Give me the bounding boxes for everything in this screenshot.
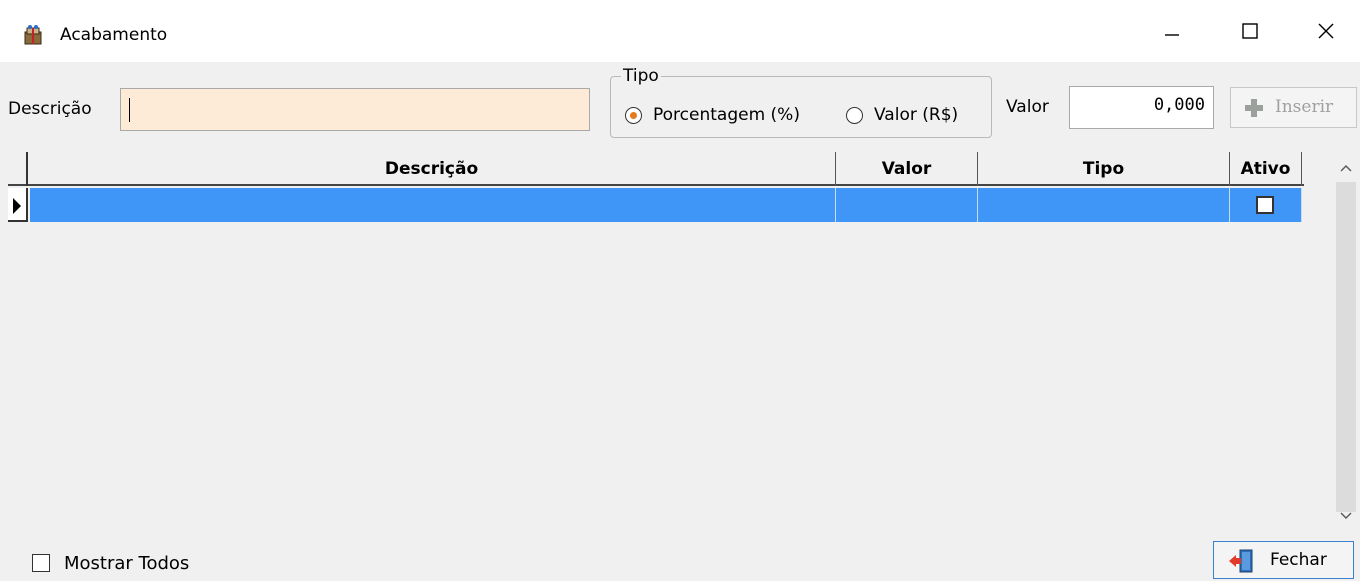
box-gift-icon bbox=[24, 25, 42, 45]
valor-input[interactable]: 0,000 bbox=[1069, 86, 1214, 129]
scroll-track[interactable] bbox=[1336, 182, 1356, 512]
scroll-down-button[interactable] bbox=[1338, 508, 1354, 524]
radio-valor[interactable] bbox=[846, 107, 863, 124]
inserir-button[interactable]: Inserir bbox=[1230, 87, 1357, 128]
column-header-ativo[interactable]: Ativo bbox=[1230, 152, 1302, 186]
mostrar-todos-label[interactable]: Mostrar Todos bbox=[64, 553, 189, 574]
inserir-label: Inserir bbox=[1275, 97, 1334, 117]
cell-valor[interactable] bbox=[836, 188, 978, 222]
acabamento-grid[interactable]: Descrição Valor Tipo Ativo bbox=[8, 152, 1334, 532]
tipo-group: Tipo Porcentagem (%) Valor (R$) bbox=[610, 66, 992, 138]
descricao-input[interactable] bbox=[120, 88, 590, 131]
ativo-checkbox[interactable] bbox=[1256, 196, 1274, 214]
column-header-descricao[interactable]: Descrição bbox=[28, 152, 836, 186]
radio-valor-label[interactable]: Valor (R$) bbox=[874, 105, 958, 125]
plus-icon bbox=[1245, 99, 1263, 117]
row-indicator-header bbox=[8, 152, 28, 186]
maximize-button[interactable] bbox=[1216, 0, 1284, 62]
row-indicator bbox=[8, 188, 28, 222]
close-button[interactable] bbox=[1292, 0, 1360, 62]
title-bar: Acabamento bbox=[0, 0, 1360, 62]
radio-porcentagem[interactable] bbox=[625, 107, 642, 124]
fechar-label: Fechar bbox=[1270, 550, 1327, 570]
scroll-up-button[interactable] bbox=[1338, 160, 1354, 176]
column-header-valor[interactable]: Valor bbox=[836, 152, 978, 186]
tipo-legend: Tipo bbox=[621, 66, 661, 86]
cell-descricao[interactable] bbox=[30, 188, 836, 222]
window-title: Acabamento bbox=[60, 25, 168, 45]
chevron-down-icon bbox=[1340, 512, 1352, 519]
current-row-arrow-icon bbox=[13, 198, 21, 214]
mostrar-todos-checkbox[interactable] bbox=[32, 554, 50, 572]
exit-door-icon bbox=[1229, 549, 1253, 573]
table-row[interactable] bbox=[8, 188, 1304, 222]
text-caret bbox=[129, 98, 130, 122]
minimize-icon bbox=[1165, 34, 1179, 36]
close-icon bbox=[1318, 23, 1334, 39]
grid-header: Descrição Valor Tipo Ativo bbox=[8, 152, 1304, 186]
column-header-tipo[interactable]: Tipo bbox=[978, 152, 1230, 186]
grid-scrollbar[interactable] bbox=[1334, 152, 1358, 532]
cell-tipo[interactable] bbox=[978, 188, 1230, 222]
fechar-button[interactable]: Fechar bbox=[1213, 541, 1354, 579]
valor-label: Valor bbox=[1006, 97, 1049, 117]
radio-porcentagem-label[interactable]: Porcentagem (%) bbox=[653, 105, 800, 125]
descricao-label: Descrição bbox=[8, 99, 92, 119]
maximize-icon bbox=[1242, 23, 1258, 39]
chevron-up-icon bbox=[1340, 165, 1352, 172]
minimize-button[interactable] bbox=[1138, 0, 1206, 62]
